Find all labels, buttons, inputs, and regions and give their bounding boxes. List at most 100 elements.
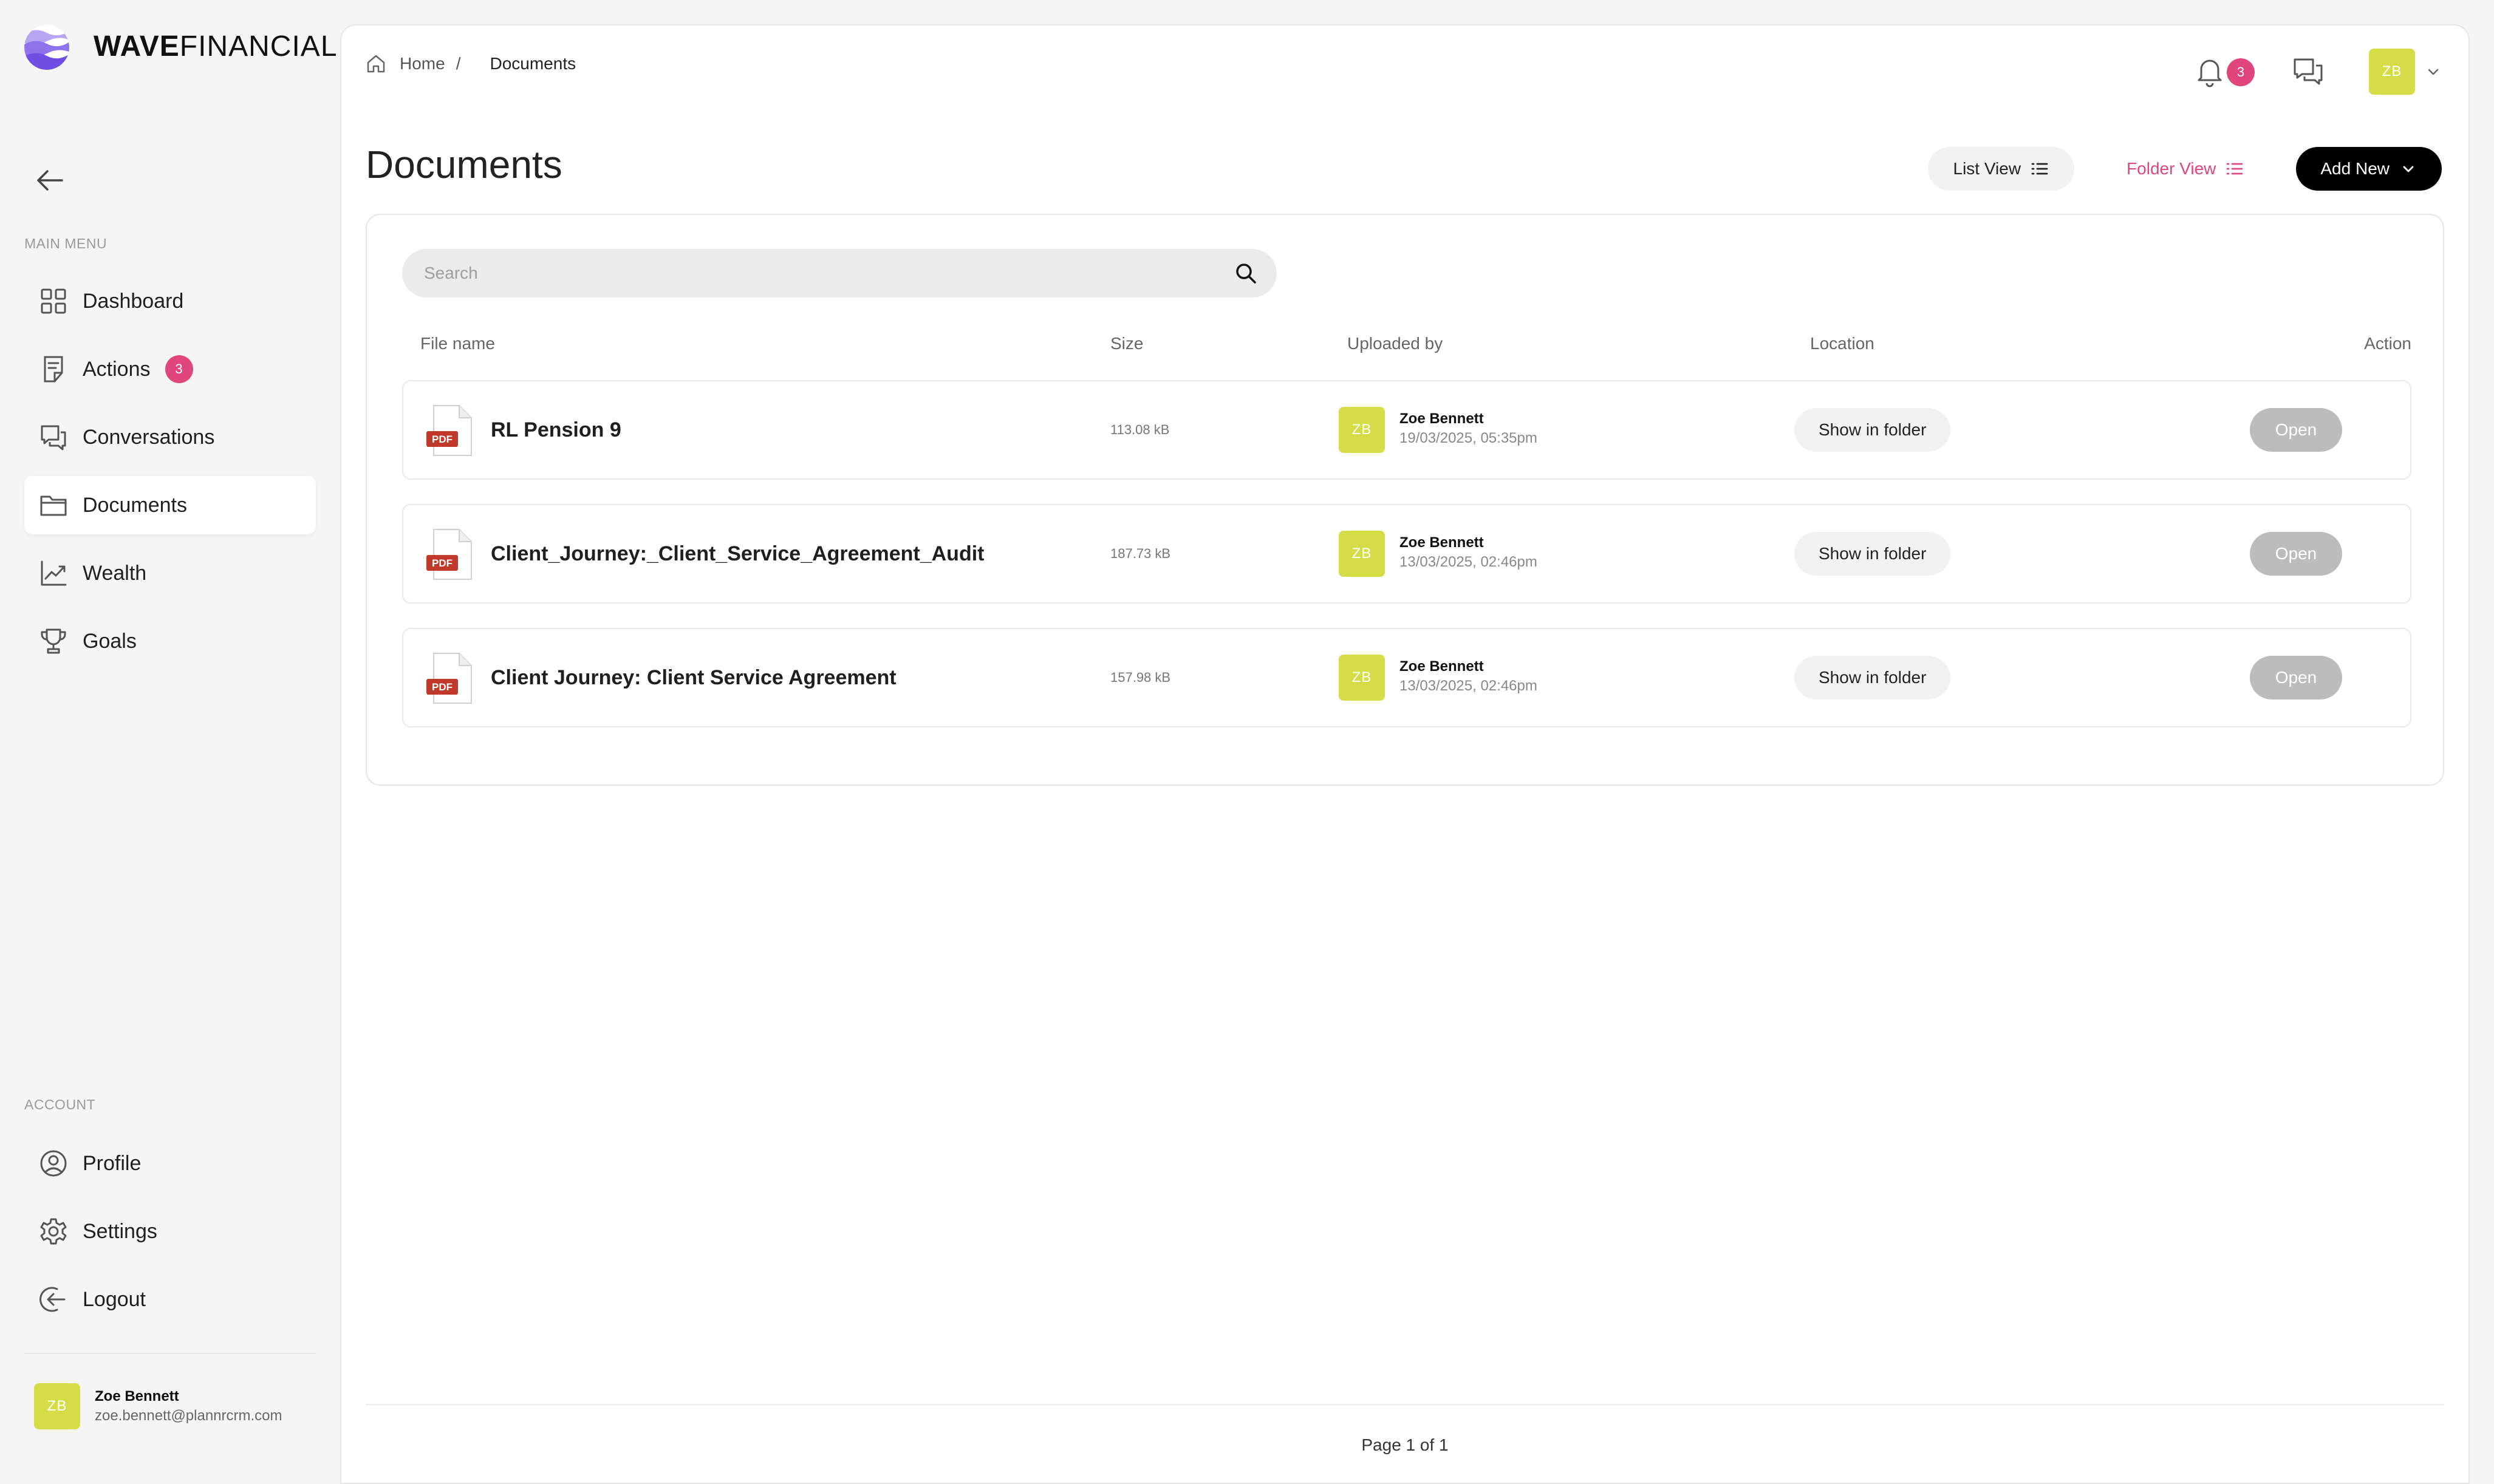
open-button[interactable]: Open <box>2250 656 2342 699</box>
actions-count-badge: 3 <box>165 355 193 383</box>
table-row[interactable]: PDF Client_Journey:_Client_Service_Agree… <box>402 504 2411 604</box>
breadcrumb-current: Documents <box>490 54 576 73</box>
sidebar-item-label: Conversations <box>83 425 215 449</box>
bell-icon <box>2198 60 2222 87</box>
view-controls: List View Folder View Add New <box>1927 147 2442 191</box>
sidebar-item-documents[interactable]: Documents <box>24 476 316 534</box>
sidebar-item-label: Wealth <box>83 561 147 585</box>
user-circle-icon <box>40 1150 67 1177</box>
chevron-down-icon[interactable] <box>2425 63 2442 80</box>
sidebar-item-label: Goals <box>83 629 137 653</box>
user-email: zoe.bennett@plannrcrm.com <box>95 1407 282 1424</box>
brand-name: WAVEFINANCIAL <box>94 30 338 63</box>
breadcrumb: Home / Documents <box>366 53 576 74</box>
open-button[interactable]: Open <box>2250 408 2342 452</box>
list-view-label: List View <box>1953 159 2021 178</box>
home-icon[interactable] <box>366 53 386 74</box>
sidebar-item-conversations[interactable]: Conversations <box>24 408 316 466</box>
list-icon <box>2226 163 2243 175</box>
svg-text:PDF: PDF <box>432 681 453 693</box>
svg-text:PDF: PDF <box>432 434 453 445</box>
avatar: ZB <box>1339 655 1385 701</box>
sidebar-item-actions[interactable]: Actions 3 <box>24 340 316 398</box>
logout-icon <box>39 1287 66 1312</box>
table-row[interactable]: PDF Client Journey: Client Service Agree… <box>402 628 2411 727</box>
folder-icon <box>40 495 67 516</box>
sidebar-item-label: Documents <box>83 493 187 517</box>
sidebar-item-wealth[interactable]: Wealth <box>24 544 316 602</box>
account-label: ACCOUNT <box>24 1097 96 1112</box>
show-in-folder-button[interactable]: Show in folder <box>1794 656 1951 699</box>
clipboard-icon <box>44 356 63 383</box>
chart-up-icon <box>41 560 67 586</box>
sidebar-user[interactable]: ZB Zoe Bennett zoe.bennett@plannrcrm.com <box>34 1383 282 1429</box>
logo[interactable]: WAVEFINANCIAL <box>23 22 338 70</box>
uploader-info: Zoe Bennett 19/03/2025, 05:35pm <box>1399 410 1537 447</box>
file-name[interactable]: RL Pension 9 <box>491 381 621 478</box>
user-name: Zoe Bennett <box>95 1388 179 1404</box>
main-menu-label: MAIN MENU <box>24 236 108 251</box>
pdf-file-icon: PDF <box>426 653 472 704</box>
wave-logo-icon <box>24 25 69 70</box>
breadcrumb-separator: / <box>456 54 461 73</box>
uploader-info: Zoe Bennett 13/03/2025, 02:46pm <box>1399 658 1537 695</box>
gear-icon <box>40 1218 67 1245</box>
back-arrow-icon[interactable] <box>35 168 64 193</box>
show-in-folder-button[interactable]: Show in folder <box>1794 408 1951 452</box>
sidebar-divider <box>24 1353 316 1354</box>
show-in-folder-button[interactable]: Show in folder <box>1794 532 1951 576</box>
column-header-location[interactable]: Location <box>1810 334 1874 353</box>
main-panel: Home / Documents 3 ZB Documents List Vie… <box>340 24 2470 1484</box>
chat-icon <box>41 425 66 451</box>
file-name[interactable]: Client Journey: Client Service Agreement <box>491 629 897 726</box>
uploader-name: Zoe Bennett <box>1399 534 1484 551</box>
user-avatar-button[interactable]: ZB <box>2369 49 2415 95</box>
notification-count-badge: 3 <box>2227 58 2255 86</box>
upload-date: 19/03/2025, 05:35pm <box>1399 430 1537 446</box>
avatar: ZB <box>1339 407 1385 453</box>
folder-view-button[interactable]: Folder View <box>2101 147 2269 191</box>
add-new-label: Add New <box>2320 159 2390 178</box>
column-header-action: Action <box>2364 334 2411 353</box>
list-view-button[interactable]: List View <box>1927 147 2075 191</box>
notifications-button[interactable]: 3 <box>2193 55 2255 89</box>
sidebar-item-logout[interactable]: Logout <box>24 1270 316 1329</box>
add-new-button[interactable]: Add New <box>2296 147 2442 191</box>
sidebar-item-label: Profile <box>83 1151 142 1175</box>
file-size: 157.98 kB <box>1110 670 1171 685</box>
file-name[interactable]: Client_Journey:_Client_Service_Agreement… <box>491 505 984 602</box>
sidebar-item-label: Actions <box>83 357 151 381</box>
sidebar-item-label: Settings <box>83 1219 157 1243</box>
sidebar-item-dashboard[interactable]: Dashboard <box>24 272 316 330</box>
pagination-text: Page 1 of 1 <box>1361 1435 1449 1454</box>
sidebar-item-settings[interactable]: Settings <box>24 1202 316 1261</box>
uploader-name: Zoe Bennett <box>1399 410 1484 427</box>
breadcrumb-home[interactable]: Home <box>400 54 445 73</box>
column-header-uploaded-by[interactable]: Uploaded by <box>1347 334 1443 353</box>
open-button[interactable]: Open <box>2250 532 2342 576</box>
pdf-file-icon: PDF <box>426 405 472 456</box>
list-icon <box>2031 163 2048 175</box>
column-header-size[interactable]: Size <box>1110 334 1143 353</box>
search-bar[interactable] <box>402 249 1277 298</box>
avatar: ZB <box>34 1383 80 1429</box>
documents-card: File name Size Uploaded by Location Acti… <box>366 214 2444 786</box>
sidebar-item-label: Dashboard <box>83 289 184 313</box>
footer-divider <box>366 1404 2444 1405</box>
svg-text:PDF: PDF <box>432 557 453 569</box>
uploader-info: Zoe Bennett 13/03/2025, 02:46pm <box>1399 534 1537 571</box>
folder-view-label: Folder View <box>2127 159 2216 178</box>
sidebar-item-profile[interactable]: Profile <box>24 1134 316 1193</box>
sidebar-item-goals[interactable]: Goals <box>24 612 316 670</box>
messages-icon[interactable] <box>2291 55 2325 89</box>
sidebar-item-label: Logout <box>83 1287 146 1311</box>
column-header-file-name[interactable]: File name <box>420 334 495 353</box>
table-row[interactable]: PDF RL Pension 9 113.08 kB ZB Zoe Bennet… <box>402 380 2411 480</box>
search-icon[interactable] <box>1234 262 1257 285</box>
file-size: 187.73 kB <box>1110 546 1171 561</box>
trophy-icon <box>41 628 66 654</box>
avatar: ZB <box>1339 531 1385 577</box>
page-title: Documents <box>366 143 562 186</box>
search-input[interactable] <box>423 263 1234 284</box>
sidebar: WAVEFINANCIAL MAIN MENU Dashboard Action… <box>0 0 340 1484</box>
